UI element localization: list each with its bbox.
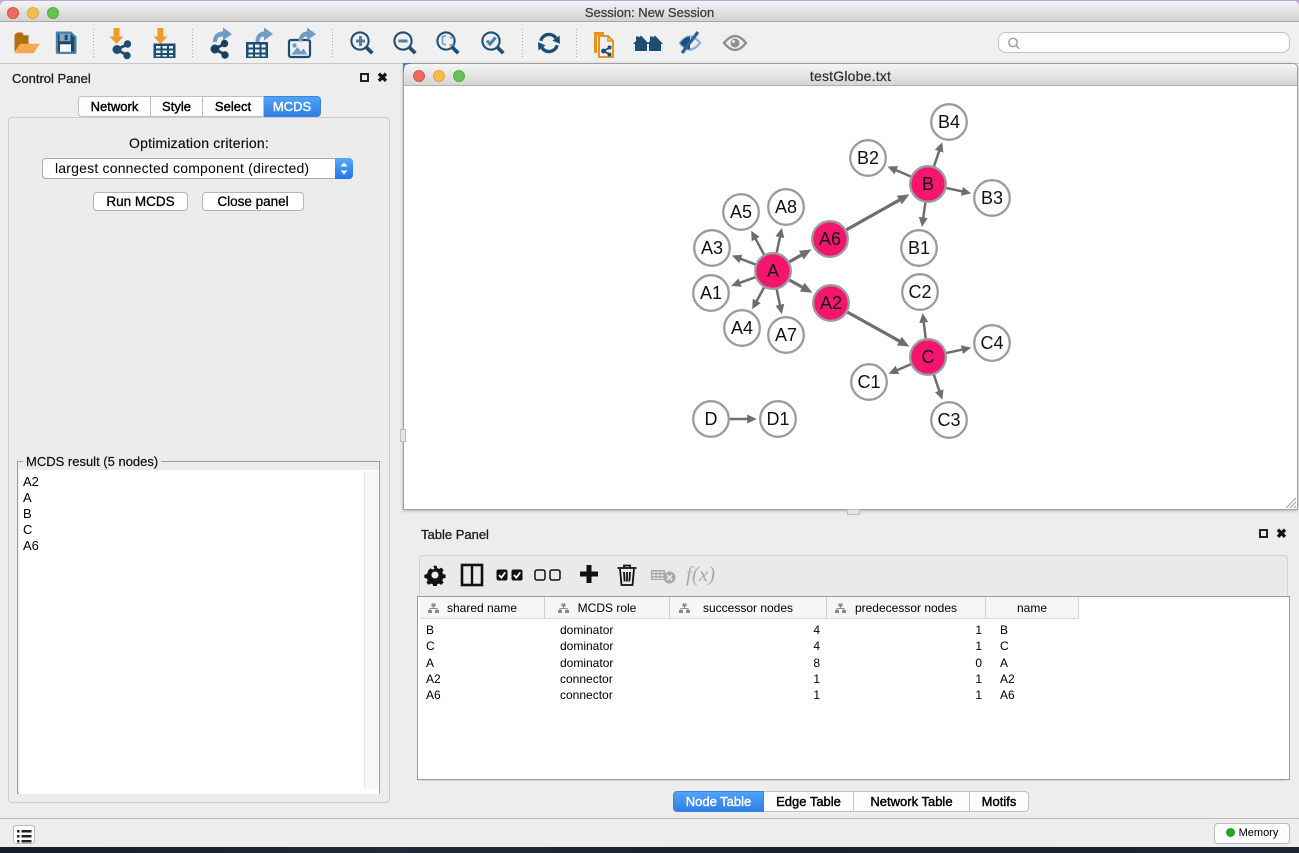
svg-text:B1: B1 [908, 238, 930, 258]
svg-text:C1: C1 [857, 372, 880, 392]
svg-text:A1: A1 [700, 283, 722, 303]
svg-text:A5: A5 [730, 202, 752, 222]
svg-text:A: A [767, 261, 779, 281]
svg-text:C4: C4 [980, 333, 1003, 353]
svg-text:D1: D1 [766, 409, 789, 429]
svg-text:A3: A3 [701, 238, 723, 258]
svg-text:A2: A2 [820, 293, 842, 313]
svg-text:B2: B2 [857, 148, 879, 168]
svg-text:C2: C2 [908, 282, 931, 302]
svg-text:C: C [922, 347, 935, 367]
svg-text:A7: A7 [775, 325, 797, 345]
svg-text:B4: B4 [938, 112, 960, 132]
svg-text:B3: B3 [981, 188, 1003, 208]
svg-text:B: B [922, 174, 934, 194]
svg-text:D: D [705, 409, 718, 429]
svg-text:A8: A8 [775, 197, 797, 217]
svg-text:C3: C3 [937, 410, 960, 430]
svg-text:A6: A6 [819, 229, 841, 249]
svg-text:A4: A4 [731, 318, 753, 338]
